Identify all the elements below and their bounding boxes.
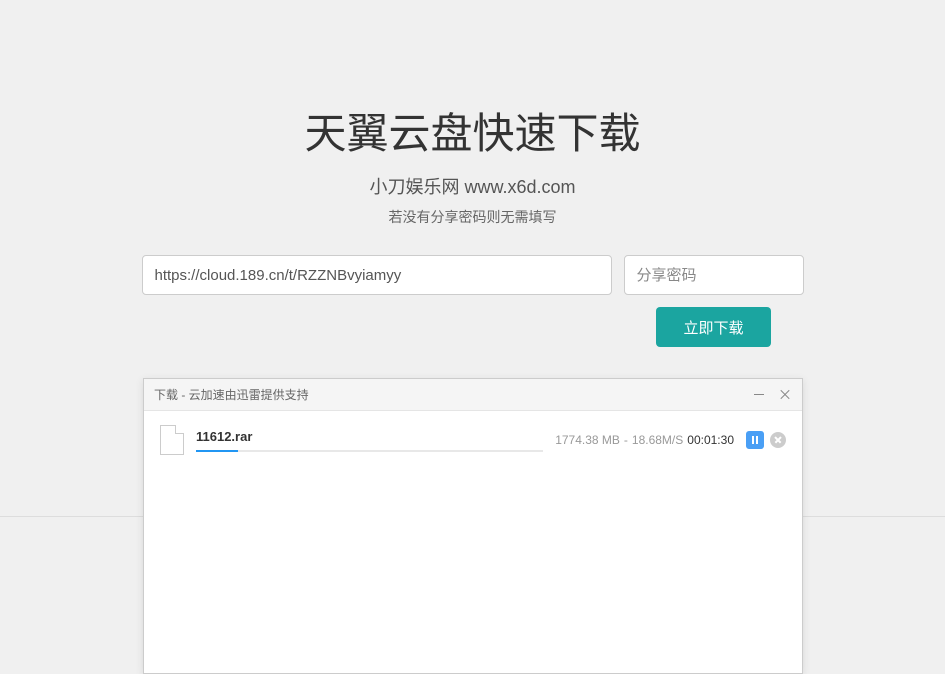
- download-button[interactable]: 立即下载: [656, 307, 771, 347]
- window-controls: [752, 388, 792, 402]
- download-stats: 1774.38 MB - 18.68M/S 00:01:30: [555, 433, 734, 447]
- page-title: 天翼云盘快速下载: [0, 100, 945, 161]
- cancel-button[interactable]: [770, 432, 786, 448]
- stats-separator: -: [624, 433, 628, 447]
- minimize-icon: [754, 394, 764, 395]
- main-content: 天翼云盘快速下载 小刀娱乐网 www.x6d.com 若没有分享密码则无需填写 …: [0, 0, 945, 347]
- download-speed: 18.68M/S: [632, 433, 683, 447]
- share-password-input[interactable]: [624, 255, 804, 295]
- close-icon: [779, 389, 791, 401]
- share-url-input[interactable]: [142, 255, 612, 295]
- pause-icon: [752, 436, 758, 444]
- window-title: 下载 - 云加速由迅雷提供支持: [154, 386, 309, 403]
- download-manager-window: 下载 - 云加速由迅雷提供支持 11612.rar 1774.38 MB - 1…: [143, 378, 803, 674]
- item-controls: [746, 431, 786, 449]
- file-icon: [160, 425, 184, 455]
- file-name: 11612.rar: [196, 429, 543, 444]
- file-size: 1774.38 MB: [555, 433, 620, 447]
- button-row: 立即下载: [0, 307, 945, 347]
- download-item: 11612.rar 1774.38 MB - 18.68M/S 00:01:30: [144, 411, 802, 469]
- hint-text: 若没有分享密码则无需填写: [0, 207, 945, 227]
- time-remaining: 00:01:30: [687, 433, 734, 447]
- progress-bar: [196, 450, 543, 452]
- progress-fill: [196, 450, 238, 452]
- minimize-button[interactable]: [752, 388, 766, 402]
- pause-button[interactable]: [746, 431, 764, 449]
- file-info: 11612.rar: [196, 429, 543, 452]
- page-subtitle: 小刀娱乐网 www.x6d.com: [0, 173, 945, 199]
- window-titlebar[interactable]: 下载 - 云加速由迅雷提供支持: [144, 379, 802, 411]
- input-row: [0, 255, 945, 295]
- close-button[interactable]: [778, 388, 792, 402]
